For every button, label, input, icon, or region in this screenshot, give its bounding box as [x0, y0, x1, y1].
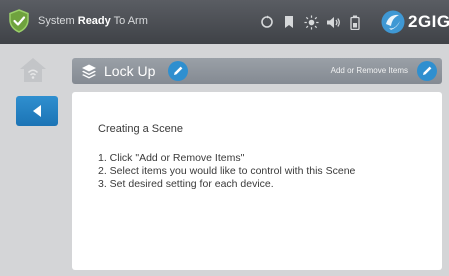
back-button[interactable]: [16, 96, 58, 126]
steps-list: 1. Click "Add or Remove Items" 2. Select…: [98, 152, 355, 191]
step-item: 3. Set desired setting for each device.: [98, 178, 274, 190]
add-remove-items-link[interactable]: Add or Remove Items: [331, 66, 408, 75]
volume-icon[interactable]: [322, 12, 344, 32]
brand-swirl-icon: [381, 10, 405, 34]
status-ready: Ready: [77, 15, 111, 27]
instructions-card: Creating a Scene 1. Click "Add or Remove…: [72, 92, 442, 270]
add-remove-items-button[interactable]: [417, 61, 437, 81]
pencil-icon: [174, 66, 183, 75]
edit-scene-button[interactable]: [168, 61, 188, 81]
status-icons: [256, 12, 366, 32]
status-bar: System Ready To Arm 2GIG: [0, 0, 449, 44]
bookmark-icon[interactable]: [278, 12, 300, 32]
card-heading: Creating a Scene: [98, 123, 183, 135]
status-prefix: System: [38, 15, 75, 27]
pencil-icon: [423, 66, 432, 75]
scene-header: Lock Up Add or Remove Items: [72, 58, 442, 84]
step-item: 2. Select items you would like to contro…: [98, 165, 356, 177]
step-item: 1. Click "Add or Remove Items": [98, 152, 245, 164]
scene-title: Lock Up: [104, 63, 156, 79]
home-wifi-icon[interactable]: [18, 56, 48, 84]
status-suffix: To Arm: [113, 15, 148, 27]
battery-icon[interactable]: [344, 12, 366, 32]
shield-check-icon[interactable]: [8, 9, 30, 33]
brand-logo: 2GIG: [380, 8, 449, 36]
brightness-icon[interactable]: [300, 12, 322, 32]
refresh-icon[interactable]: [256, 12, 278, 32]
brand-name: 2GIG: [408, 12, 449, 31]
layers-icon: [82, 64, 96, 79]
system-status[interactable]: System Ready To Arm: [38, 15, 148, 27]
back-arrow-icon: [33, 105, 41, 117]
